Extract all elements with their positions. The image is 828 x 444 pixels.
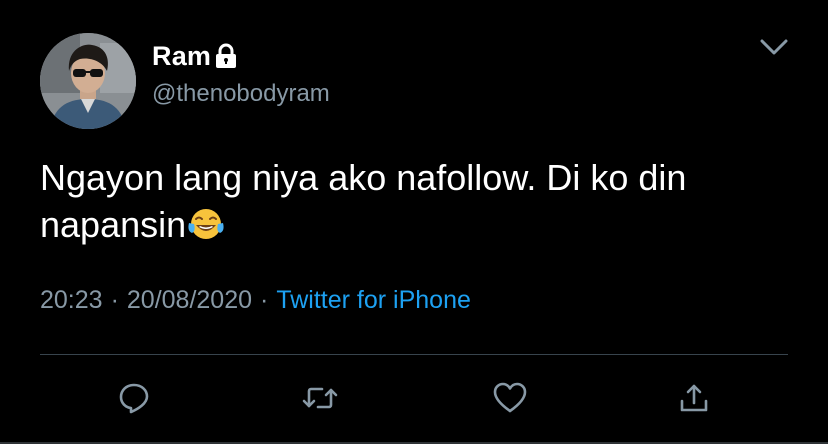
tweet-date[interactable]: 20/08/2020 bbox=[127, 286, 252, 314]
action-bar bbox=[0, 372, 828, 428]
like-button[interactable] bbox=[490, 378, 530, 418]
user-handle[interactable]: @thenobodyram bbox=[152, 80, 330, 108]
share-icon bbox=[680, 384, 708, 412]
name-row: Ram bbox=[152, 40, 238, 72]
tweet-body: Ngayon lang niya ako nafollow. Di ko din… bbox=[40, 157, 687, 245]
reply-icon bbox=[119, 383, 149, 414]
meta-separator: · bbox=[110, 286, 119, 314]
tweet-time[interactable]: 20:23 bbox=[40, 286, 103, 314]
display-name[interactable]: Ram bbox=[152, 41, 211, 72]
share-button[interactable] bbox=[674, 378, 714, 418]
lock-icon bbox=[216, 43, 237, 68]
divider bbox=[40, 354, 788, 355]
face-with-tears-of-joy-icon bbox=[188, 209, 224, 239]
chevron-down-icon[interactable] bbox=[756, 34, 792, 60]
retweet-button[interactable] bbox=[300, 378, 340, 418]
avatar[interactable] bbox=[40, 33, 136, 129]
reply-button[interactable] bbox=[114, 378, 154, 418]
retweet-icon bbox=[302, 387, 338, 409]
tweet-text: Ngayon lang niya ako nafollow. Di ko din… bbox=[40, 154, 780, 248]
heart-icon bbox=[493, 382, 527, 413]
meta-separator: · bbox=[260, 286, 269, 314]
tweet-source-link[interactable]: Twitter for iPhone bbox=[276, 286, 471, 314]
avatar-photo bbox=[40, 33, 136, 129]
tweet-card: Ram @thenobodyram Ngayon lang niya ako n… bbox=[0, 0, 828, 444]
tweet-meta: 20:23 · 20/08/2020 · Twitter for iPhone bbox=[40, 286, 471, 315]
